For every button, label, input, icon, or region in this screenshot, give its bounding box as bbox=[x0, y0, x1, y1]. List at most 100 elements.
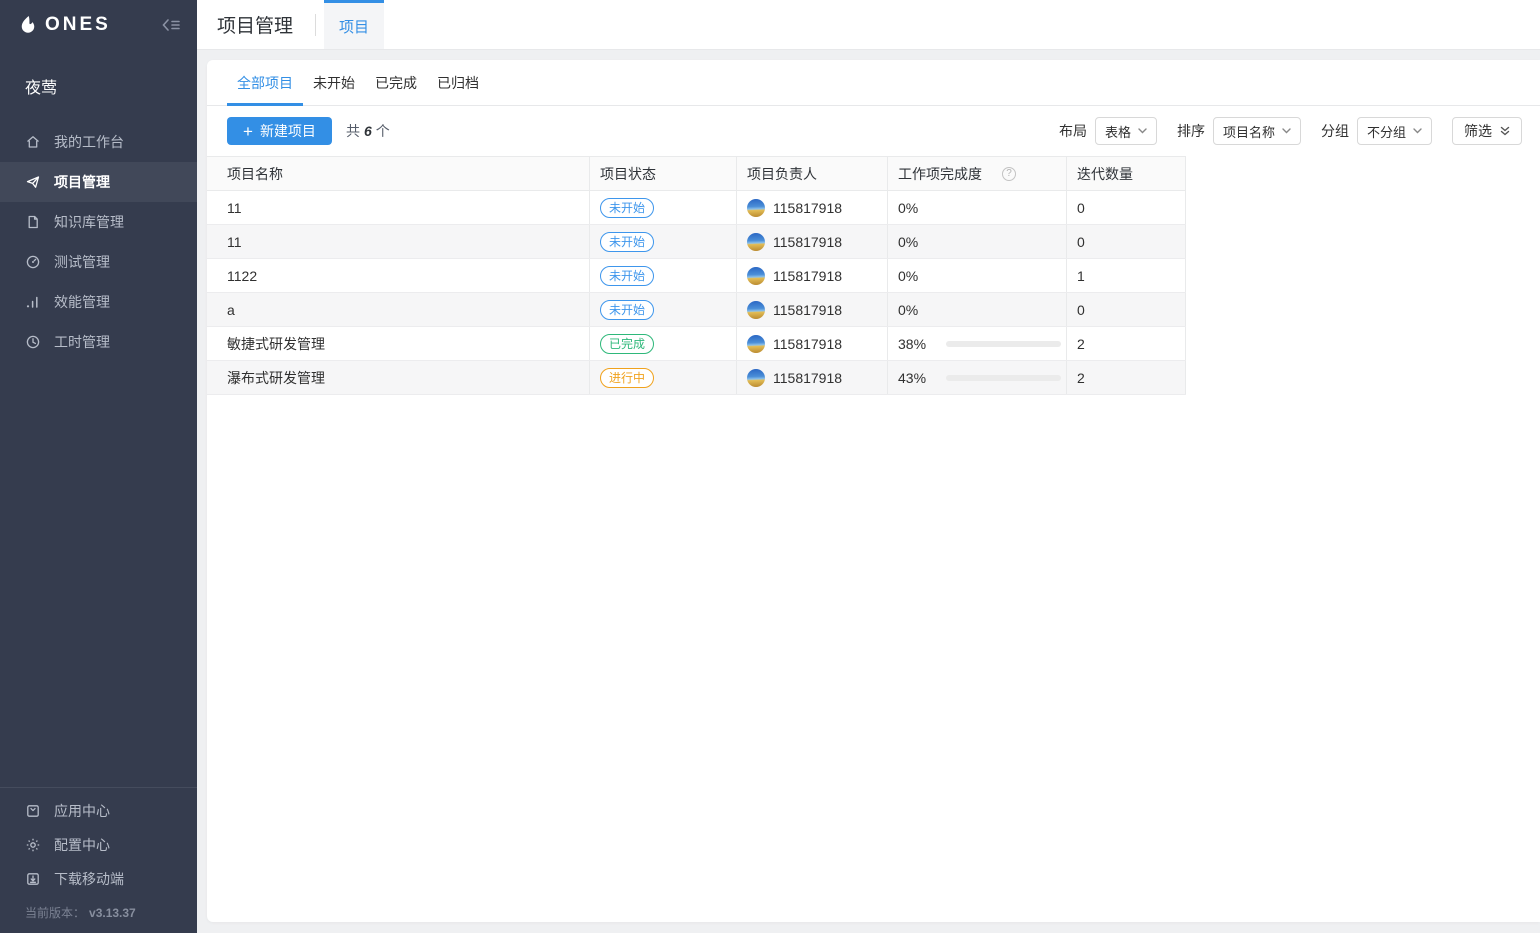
progress-percent: 38% bbox=[898, 336, 932, 352]
status-badge: 未开始 bbox=[600, 266, 654, 286]
version-value: v3.13.37 bbox=[89, 906, 136, 920]
content-background: 全部项目 未开始 已完成 已归档 + 新建项目 共 6 个 布局 bbox=[197, 50, 1540, 933]
group-select[interactable]: 不分组 bbox=[1357, 117, 1432, 145]
ones-flame-icon bbox=[18, 14, 38, 36]
table-row[interactable]: a 未开始 115817918 0% 0 bbox=[207, 293, 1186, 327]
project-name-cell[interactable]: 11 bbox=[207, 225, 590, 258]
owner-name: 115817918 bbox=[773, 234, 842, 250]
layout-label: 布局 bbox=[1059, 121, 1087, 141]
home-icon bbox=[25, 134, 41, 150]
avatar bbox=[747, 301, 765, 319]
progress-percent: 0% bbox=[898, 268, 932, 284]
filter-tabs: 全部项目 未开始 已完成 已归档 bbox=[207, 60, 1540, 106]
sort-control: 排序 项目名称 bbox=[1177, 117, 1301, 145]
status-badge: 未开始 bbox=[600, 198, 654, 218]
plus-icon: + bbox=[243, 123, 253, 140]
table-row[interactable]: 11 未开始 115817918 0% 0 bbox=[207, 225, 1186, 259]
filter-tab-done[interactable]: 已完成 bbox=[365, 60, 427, 105]
sprint-count-cell: 0 bbox=[1067, 191, 1186, 224]
sort-value: 项目名称 bbox=[1223, 122, 1275, 141]
version-label: 当前版本： bbox=[25, 906, 85, 920]
sidebar-item-config-center[interactable]: 配置中心 bbox=[0, 828, 197, 862]
ones-wordmark: ONES bbox=[45, 14, 111, 36]
sidebar: ONES 夜莺 我的工作台 项目管理 bbox=[0, 0, 197, 933]
group-label: 分组 bbox=[1321, 121, 1349, 141]
project-owner-cell: 115817918 bbox=[737, 259, 888, 292]
project-status-cell: 已完成 bbox=[590, 327, 737, 360]
layout-select[interactable]: 表格 bbox=[1095, 117, 1157, 145]
sidebar-item-workbench[interactable]: 我的工作台 bbox=[0, 122, 197, 162]
owner-name: 115817918 bbox=[773, 302, 842, 318]
group-control: 分组 不分组 bbox=[1321, 117, 1432, 145]
avatar bbox=[747, 335, 765, 353]
table-row[interactable]: 瀑布式研发管理 进行中 115817918 43% 2 bbox=[207, 361, 1186, 395]
filter-button[interactable]: 筛选 bbox=[1452, 117, 1522, 145]
sidebar-item-label: 测试管理 bbox=[54, 252, 110, 272]
project-name-cell[interactable]: a bbox=[207, 293, 590, 326]
project-count: 共 6 个 bbox=[346, 121, 390, 141]
download-icon bbox=[25, 871, 41, 887]
column-header-progress-label: 工作项完成度 bbox=[898, 164, 982, 184]
owner-name: 115817918 bbox=[773, 336, 842, 352]
project-name-cell[interactable]: 11 bbox=[207, 191, 590, 224]
status-badge: 未开始 bbox=[600, 232, 654, 252]
sidebar-nav: 我的工作台 项目管理 知识库管理 测试管理 bbox=[0, 122, 197, 362]
sidebar-logo-row: ONES bbox=[0, 0, 197, 50]
sidebar-bottom: 应用中心 配置中心 下载移动端 当前版本： v3.13.37 bbox=[0, 787, 197, 933]
toolbar: + 新建项目 共 6 个 布局 表格 bbox=[207, 106, 1540, 156]
progress-percent: 0% bbox=[898, 234, 932, 250]
project-status-cell: 未开始 bbox=[590, 225, 737, 258]
avatar bbox=[747, 369, 765, 387]
filter-tab-archived[interactable]: 已归档 bbox=[427, 60, 489, 105]
filter-tab-not-started[interactable]: 未开始 bbox=[303, 60, 365, 105]
projects-table: 项目名称 项目状态 项目负责人 工作项完成度 ? 迭代数量 11 未开始 115… bbox=[207, 156, 1186, 395]
project-name-cell[interactable]: 敏捷式研发管理 bbox=[207, 327, 590, 360]
team-name: 夜莺 bbox=[0, 50, 197, 98]
sidebar-item-label: 工时管理 bbox=[54, 332, 110, 352]
sidebar-item-app-center[interactable]: 应用中心 bbox=[0, 794, 197, 828]
avatar bbox=[747, 267, 765, 285]
sidebar-item-performance[interactable]: 效能管理 bbox=[0, 282, 197, 322]
sort-select[interactable]: 项目名称 bbox=[1213, 117, 1301, 145]
progress-bar bbox=[946, 375, 1061, 381]
layout-control: 布局 表格 bbox=[1059, 117, 1157, 145]
table-header-row: 项目名称 项目状态 项目负责人 工作项完成度 ? 迭代数量 bbox=[207, 156, 1186, 191]
filter-tab-all[interactable]: 全部项目 bbox=[227, 60, 303, 105]
project-owner-cell: 115817918 bbox=[737, 327, 888, 360]
table-row[interactable]: 1122 未开始 115817918 0% 1 bbox=[207, 259, 1186, 293]
sidebar-item-label: 知识库管理 bbox=[54, 212, 124, 232]
count-suffix: 个 bbox=[376, 121, 390, 141]
apps-icon bbox=[25, 803, 41, 819]
time-icon bbox=[25, 334, 41, 350]
project-owner-cell: 115817918 bbox=[737, 191, 888, 224]
sidebar-collapse-icon[interactable] bbox=[161, 17, 181, 33]
column-header-progress: 工作项完成度 ? bbox=[888, 157, 1067, 190]
project-progress-cell: 0% bbox=[888, 225, 1067, 258]
sidebar-item-download-mobile[interactable]: 下载移动端 bbox=[0, 862, 197, 896]
help-icon[interactable]: ? bbox=[1002, 167, 1016, 181]
top-header: 项目管理 项目 bbox=[197, 0, 1540, 50]
sidebar-item-label: 项目管理 bbox=[54, 172, 110, 192]
filter-label: 筛选 bbox=[1464, 121, 1492, 141]
sidebar-item-projects[interactable]: 项目管理 bbox=[0, 162, 197, 202]
wiki-icon bbox=[25, 214, 41, 230]
project-name-cell[interactable]: 瀑布式研发管理 bbox=[207, 361, 590, 394]
chevron-down-icon bbox=[1413, 128, 1422, 134]
new-project-label: 新建项目 bbox=[260, 121, 316, 141]
tab-project[interactable]: 项目 bbox=[324, 0, 384, 49]
avatar bbox=[747, 199, 765, 217]
project-owner-cell: 115817918 bbox=[737, 225, 888, 258]
column-header-owner: 项目负责人 bbox=[737, 157, 888, 190]
project-progress-cell: 0% bbox=[888, 259, 1067, 292]
sidebar-item-wiki[interactable]: 知识库管理 bbox=[0, 202, 197, 242]
project-name-cell[interactable]: 1122 bbox=[207, 259, 590, 292]
new-project-button[interactable]: + 新建项目 bbox=[227, 117, 332, 145]
table-row[interactable]: 11 未开始 115817918 0% 0 bbox=[207, 191, 1186, 225]
progress-percent: 0% bbox=[898, 200, 932, 216]
sidebar-item-testing[interactable]: 测试管理 bbox=[0, 242, 197, 282]
sprint-count-cell: 2 bbox=[1067, 361, 1186, 394]
table-row[interactable]: 敏捷式研发管理 已完成 115817918 38% 2 bbox=[207, 327, 1186, 361]
ones-logo[interactable]: ONES bbox=[18, 14, 111, 36]
project-status-cell: 进行中 bbox=[590, 361, 737, 394]
sidebar-item-timesheet[interactable]: 工时管理 bbox=[0, 322, 197, 362]
